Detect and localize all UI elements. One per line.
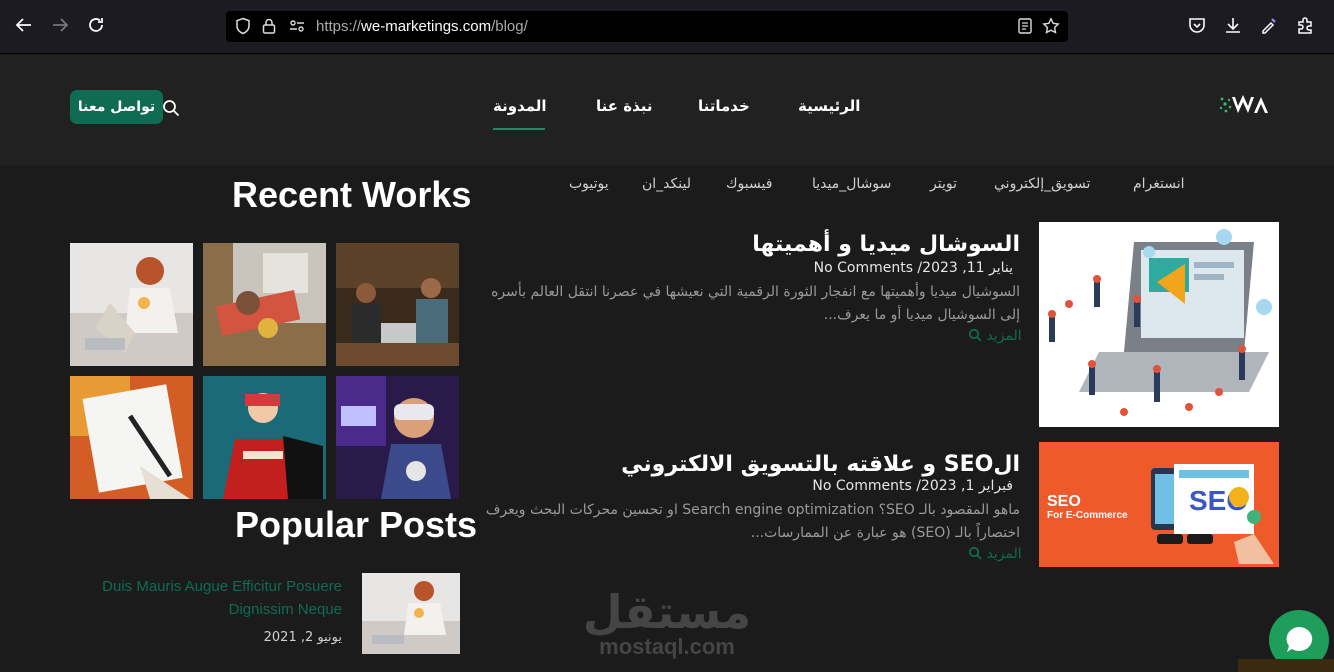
reload-icon [89, 18, 103, 32]
nav-about[interactable]: نبذة عنا [596, 97, 653, 115]
post-comments-link[interactable]: No Comments [812, 478, 911, 494]
recent-work-thumbnail[interactable] [336, 243, 459, 366]
active-nav-indicator [493, 128, 545, 130]
extensions-icon[interactable] [1295, 15, 1315, 35]
tag-youtube[interactable]: يوتيوب [569, 176, 609, 192]
search-icon [968, 546, 982, 560]
read-more-link[interactable]: المزيد [968, 546, 1022, 562]
pocket-icon[interactable] [1187, 15, 1207, 35]
recent-work-thumbnail[interactable] [70, 243, 193, 366]
back-button[interactable] [13, 14, 35, 36]
reader-view-icon[interactable] [1016, 17, 1034, 35]
permissions-icon[interactable] [288, 17, 306, 35]
back-arrow-icon [15, 18, 31, 32]
nav-services[interactable]: خدماتنا [698, 97, 750, 115]
nav-home[interactable]: الرئيسية [798, 97, 860, 115]
post-title[interactable]: الSEO و علاقته بالتسويق الالكتروني [621, 452, 1020, 477]
reload-button[interactable] [85, 14, 107, 36]
seo-image-subtext: For E-Commerce [1047, 510, 1128, 521]
post-date: يناير 11, 2023 [922, 260, 1013, 276]
tag-twitter[interactable]: تويتر [930, 176, 957, 192]
browser-toolbar: https://we-marketings.com/blog/ [0, 0, 1334, 54]
popular-posts-heading: Popular Posts [235, 504, 478, 545]
chat-bubble-icon [1286, 626, 1313, 652]
post-title[interactable]: السوشال ميديا و أهميتها [752, 232, 1020, 257]
recent-works-heading: Recent Works [232, 174, 472, 215]
popular-post-title[interactable]: Duis Mauris Augue Efficitur Posuere Dign… [92, 575, 342, 621]
lock-icon[interactable] [260, 17, 278, 35]
nav-blog[interactable]: المدونة [493, 97, 547, 115]
url-text[interactable]: https://we-marketings.com/blog/ [316, 18, 528, 35]
recent-work-thumbnail[interactable] [203, 243, 326, 366]
forward-arrow-icon [53, 18, 69, 32]
downloads-icon[interactable] [1223, 15, 1243, 35]
popular-post-date: يونيو 2, 2021 [263, 630, 342, 645]
read-more-link[interactable]: المزيد [968, 328, 1022, 344]
post-excerpt: السوشيال ميديا وأهميتها مع انفجار الثورة… [491, 284, 1020, 323]
recent-work-thumbnail[interactable] [336, 376, 459, 499]
watermark: مستقل mostaql.com [582, 585, 752, 659]
post-image-social-media[interactable] [1039, 222, 1279, 427]
post-date: فبراير 1, 2023 [920, 478, 1013, 494]
recent-work-thumbnail[interactable] [203, 376, 326, 499]
next-post-image-edge [1238, 659, 1334, 672]
eyedropper-icon[interactable] [1259, 15, 1279, 35]
post-excerpt: ماهو المقصود بالـ SEO؟ Search engine opt… [485, 502, 1020, 541]
seo-image-text: SEO [1047, 493, 1081, 510]
search-icon[interactable] [162, 99, 180, 117]
popular-post-thumbnail[interactable] [362, 573, 460, 654]
tag-linkedin[interactable]: لينكد_ان [642, 176, 691, 192]
site-logo[interactable] [1218, 93, 1280, 119]
contact-button[interactable]: تواصل معنا [70, 90, 163, 124]
post-comments-link[interactable]: No Comments [814, 260, 913, 276]
site-header [0, 55, 1334, 165]
tag-e-marketing[interactable]: تسويق_إلكتروني [994, 176, 1090, 192]
post-image-seo[interactable]: SEO For E-Commerce SEO [1039, 442, 1279, 567]
post-meta: فبراير 1, 2023/ No Comments [812, 478, 1013, 494]
forward-button[interactable] [49, 14, 71, 36]
tag-instagram[interactable]: انستغرام [1133, 176, 1185, 192]
shield-icon [236, 17, 250, 35]
recent-work-thumbnail[interactable] [70, 376, 193, 499]
tag-social-media[interactable]: سوشال_ميديا [812, 176, 891, 192]
post-meta: يناير 11, 2023/ No Comments [813, 260, 1013, 276]
search-icon [968, 328, 982, 342]
tag-facebook[interactable]: فيسبوك [726, 176, 772, 192]
bookmark-star-icon[interactable] [1042, 17, 1060, 35]
address-bar[interactable]: https://we-marketings.com/blog/ [226, 11, 1068, 42]
